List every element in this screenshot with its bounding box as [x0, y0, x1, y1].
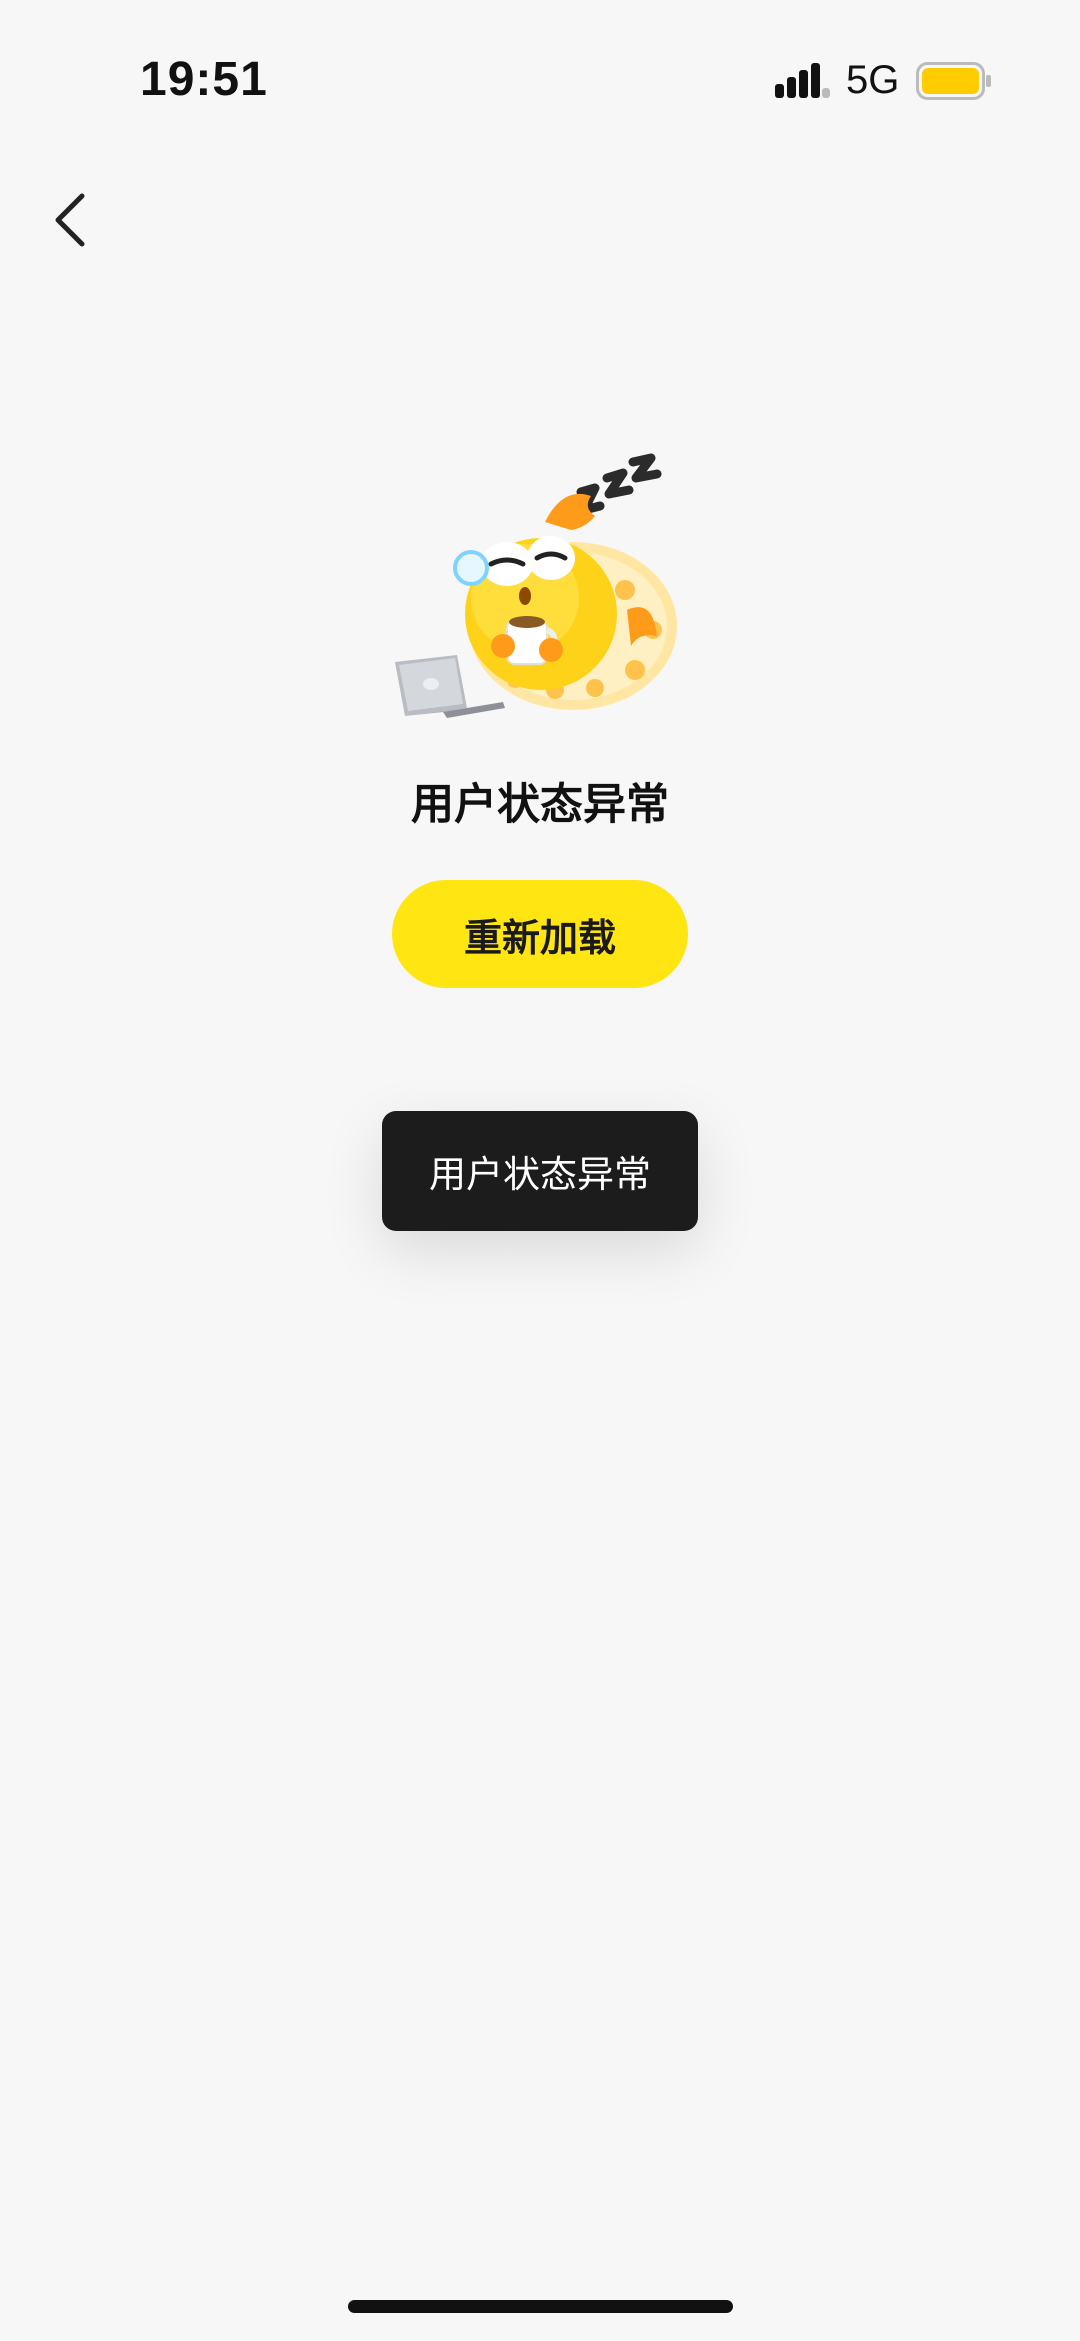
- network-type: 5G: [846, 58, 900, 102]
- toast-message: 用户状态异常: [382, 1111, 698, 1231]
- home-indicator[interactable]: [348, 2300, 733, 2313]
- sleeping-mascot-illustration: [395, 453, 677, 718]
- status-time: 19:51: [140, 53, 268, 106]
- back-button[interactable]: [40, 180, 120, 260]
- error-title: 用户状态异常: [411, 780, 669, 830]
- status-bar: 19:51 5G: [0, 0, 1080, 160]
- chevron-left-icon: [55, 193, 85, 247]
- reload-button[interactable]: 重新加载: [392, 880, 688, 988]
- cellular-signal-icon: [775, 63, 830, 98]
- battery-icon: [916, 62, 991, 100]
- zzz-icon: [576, 453, 662, 515]
